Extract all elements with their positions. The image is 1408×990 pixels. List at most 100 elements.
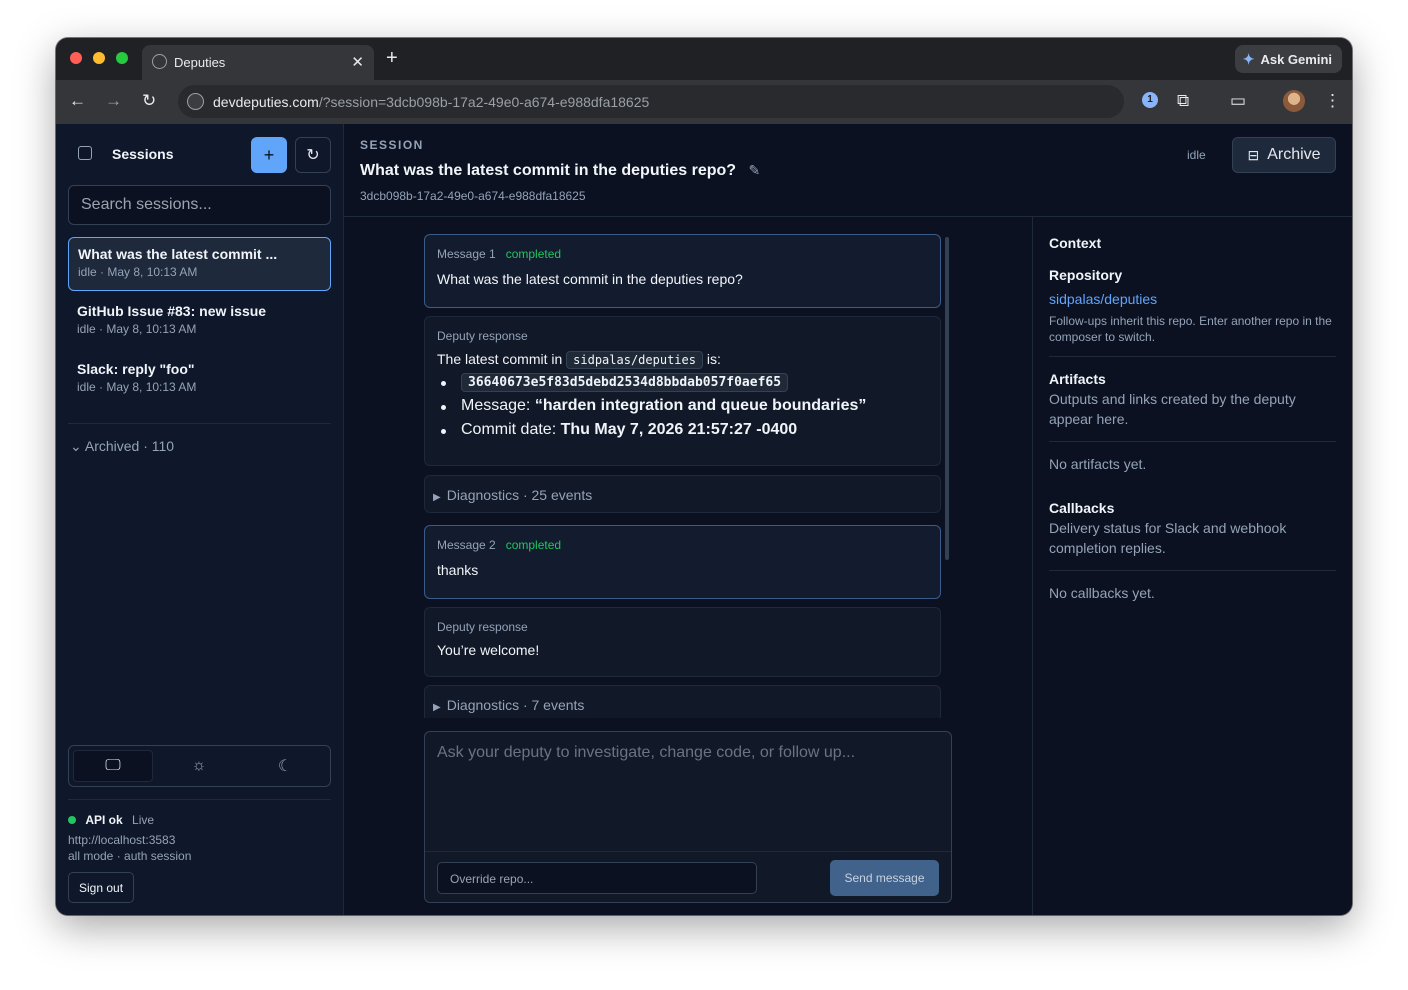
more-menu-icon[interactable]: ⋮ xyxy=(1324,91,1341,111)
password-manager-icon[interactable]: 1 xyxy=(1142,92,1158,108)
api-url: http://localhost:3583 xyxy=(68,833,176,847)
archive-box-icon: ⊟ xyxy=(1247,146,1260,163)
plus-icon: + xyxy=(263,144,275,165)
browser-window: Deputies ✕ + ✦ Ask Gemini ← → ↻ devdeput… xyxy=(56,38,1352,915)
message-label: Message 1 completed xyxy=(437,247,562,261)
page-title: What was the latest commit in the deputi… xyxy=(360,162,761,179)
divider xyxy=(68,423,331,424)
tab-title: Deputies xyxy=(174,55,226,70)
search-sessions-input[interactable]: Search sessions... xyxy=(68,185,331,225)
divider xyxy=(68,799,331,800)
session-meta: idle · May 8, 10:13 AM xyxy=(77,380,197,394)
triangle-right-icon: ▶ xyxy=(433,702,441,713)
diagnostics-toggle[interactable]: ▶ Diagnostics · 25 events xyxy=(424,475,941,513)
response-text: You’re welcome! xyxy=(437,642,540,658)
archived-label: Archived · 110 xyxy=(84,438,175,454)
completed-badge: completed xyxy=(505,247,562,261)
session-meta: idle · May 8, 10:13 AM xyxy=(78,265,198,279)
extensions-puzzle-icon[interactable]: ⧉ xyxy=(1177,91,1189,111)
repository-link[interactable]: sidpalas/deputies xyxy=(1049,291,1157,307)
minimize-window-button[interactable] xyxy=(93,52,105,64)
message-label: Message 2 completed xyxy=(437,538,562,552)
sign-out-button[interactable]: Sign out xyxy=(68,872,135,903)
theme-switcher: 🖵 ☼ ☾ xyxy=(68,745,331,787)
browser-tab[interactable]: Deputies ✕ xyxy=(142,45,374,80)
send-message-button[interactable]: Send message xyxy=(830,860,939,896)
new-tab-button[interactable]: + xyxy=(386,47,398,70)
forward-arrow-icon[interactable]: → xyxy=(105,91,122,111)
divider xyxy=(1049,356,1336,357)
status-badge: idle xyxy=(1187,148,1206,162)
artifacts-description: Outputs and links created by the deputy … xyxy=(1049,391,1296,427)
url-text: devdeputies.com/?session=3dcb098b-17a2-4… xyxy=(213,94,650,110)
sidebar-toggle-icon[interactable] xyxy=(78,146,92,160)
message-card: Message 2 completed thanks xyxy=(424,525,941,599)
artifacts-empty: No artifacts yet. xyxy=(1049,456,1147,472)
scrollbar[interactable] xyxy=(945,237,949,560)
session-item[interactable]: GitHub Issue #83: new issue idle · May 8… xyxy=(68,295,331,349)
edit-pencil-icon[interactable]: ✎ xyxy=(749,162,761,178)
address-bar[interactable]: devdeputies.com/?session=3dcb098b-17a2-4… xyxy=(178,85,1124,118)
reload-icon[interactable]: ↻ xyxy=(142,91,156,111)
api-live-text: Live xyxy=(132,813,155,827)
callbacks-heading: Callbacks xyxy=(1049,500,1115,516)
composer-footer: Override repo... Send message xyxy=(425,851,951,903)
light-theme-button[interactable]: ☼ xyxy=(159,750,239,782)
back-arrow-icon[interactable]: ← xyxy=(69,91,86,111)
tab-strip: Deputies ✕ + ✦ Ask Gemini xyxy=(56,38,1352,80)
divider xyxy=(1049,441,1336,442)
close-window-button[interactable] xyxy=(70,52,82,64)
moon-icon: ☾ xyxy=(277,758,293,775)
message-card: Message 1 completed What was the latest c… xyxy=(424,234,941,308)
refresh-icon: ↻ xyxy=(306,147,320,164)
divider xyxy=(1049,570,1336,571)
app-root: Sessions + ↻ Search sessions... What was… xyxy=(56,124,1352,915)
callbacks-description: Delivery status for Slack and webhook co… xyxy=(1049,520,1287,556)
main-panel: SESSION What was the latest commit in th… xyxy=(344,124,1352,915)
system-theme-button[interactable]: 🖵 xyxy=(73,750,153,782)
sidebar: Sessions + ↻ Search sessions... What was… xyxy=(56,124,344,915)
globe-icon xyxy=(152,54,167,69)
commit-sha: 36640673e5f83d5debd2534d8bbdab057f0aef65 xyxy=(461,373,789,392)
ask-gemini-button[interactable]: ✦ Ask Gemini xyxy=(1234,45,1342,73)
message-text: What was the latest commit in the deputi… xyxy=(437,271,743,287)
response-card: Deputy response You’re welcome! xyxy=(424,607,941,677)
session-title: Slack: reply "foo" xyxy=(77,361,195,377)
site-info-icon[interactable] xyxy=(187,93,204,110)
archived-toggle[interactable]: ⌄ Archived · 110 xyxy=(70,438,174,455)
session-title: What was the latest commit ... xyxy=(78,246,278,262)
session-item[interactable]: Slack: reply "foo" idle · May 8, 10:13 A… xyxy=(68,353,331,407)
sun-icon: ☼ xyxy=(191,757,207,774)
response-label: Deputy response xyxy=(437,329,528,343)
api-status: API ok Live xyxy=(68,813,154,827)
status-dot-icon xyxy=(68,816,76,824)
close-tab-icon[interactable]: ✕ xyxy=(351,53,364,71)
chevron-down-icon: ⌄ xyxy=(70,438,82,454)
session-meta: idle · May 8, 10:13 AM xyxy=(77,322,197,336)
list-item: Commit date: Thu May 7, 2026 21:57:27 -0… xyxy=(437,421,928,439)
list-item: Message: “harden integration and queue b… xyxy=(437,397,928,415)
diagnostics-toggle[interactable]: ▶ Diagnostics · 7 events xyxy=(424,685,941,718)
callbacks-empty: No callbacks yet. xyxy=(1049,585,1155,601)
profile-avatar-icon[interactable] xyxy=(1283,90,1305,112)
sidebar-title: Sessions xyxy=(112,146,174,162)
api-status-text: API ok xyxy=(85,813,123,827)
context-panel: Context Repository sidpalas/deputies Fol… xyxy=(1032,217,1352,915)
session-eyebrow: SESSION xyxy=(360,138,424,152)
dark-theme-button[interactable]: ☾ xyxy=(245,750,325,782)
message-textarea[interactable]: Ask your deputy to investigate, change c… xyxy=(437,744,855,762)
monitor-icon: 🖵 xyxy=(105,757,121,774)
refresh-sessions-button[interactable]: ↻ xyxy=(295,137,331,173)
new-session-button[interactable]: + xyxy=(251,137,287,173)
archive-button[interactable]: ⊟ Archive xyxy=(1232,137,1336,173)
session-item[interactable]: What was the latest commit ... idle · Ma… xyxy=(68,237,331,291)
override-repo-input[interactable]: Override repo... xyxy=(437,862,757,894)
maximize-window-button[interactable] xyxy=(116,52,128,64)
gemini-sparkle-icon: ✦ xyxy=(1242,50,1255,67)
message-text: thanks xyxy=(437,562,479,578)
archive-label: Archive xyxy=(1267,146,1321,163)
reading-mode-icon[interactable]: ▭ xyxy=(1230,91,1246,111)
artifacts-heading: Artifacts xyxy=(1049,371,1106,387)
session-title: GitHub Issue #83: new issue xyxy=(77,303,267,319)
completed-badge: completed xyxy=(505,538,562,552)
